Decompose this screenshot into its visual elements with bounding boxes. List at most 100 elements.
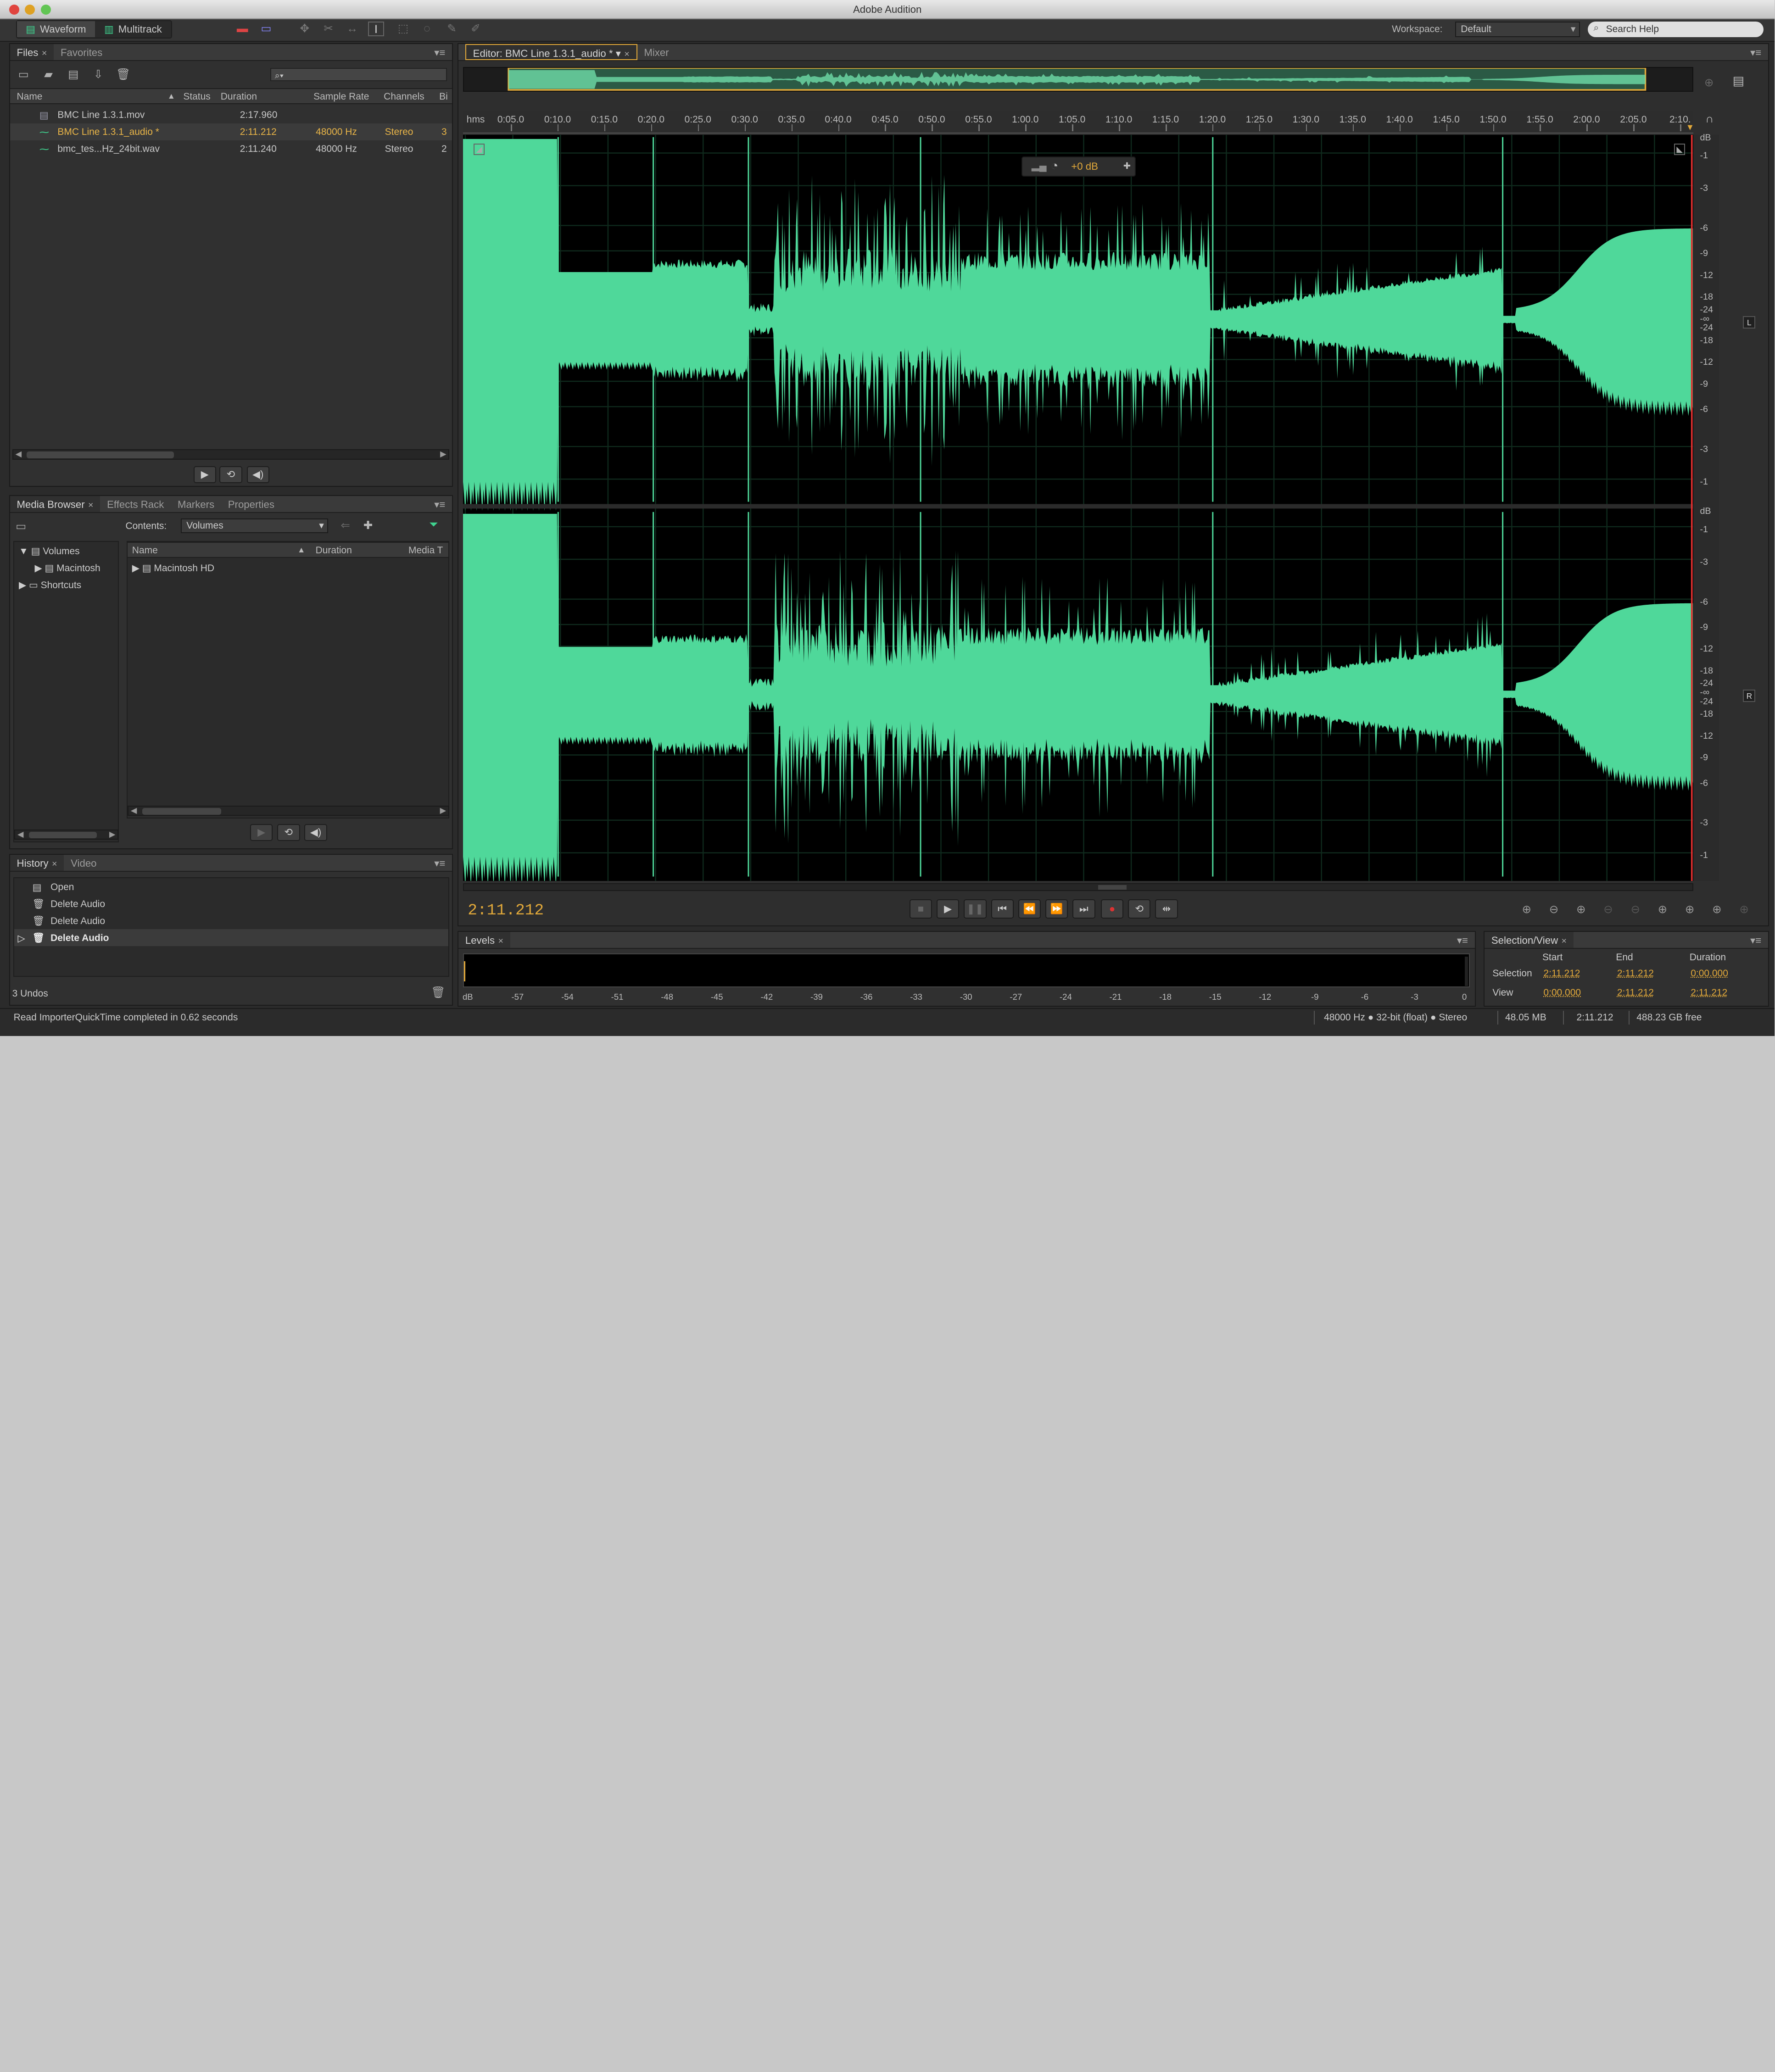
view-duration[interactable]: 2:11.212 xyxy=(1691,987,1727,998)
channel-left-toggle[interactable]: L xyxy=(1743,316,1756,329)
marquee-tool-icon[interactable]: ⬚ xyxy=(395,22,411,36)
col-duration[interactable]: Duration xyxy=(316,545,352,556)
back-arrow-icon[interactable]: ⇐ xyxy=(340,518,350,532)
history-item[interactable]: 🗑 Delete Audio xyxy=(14,912,448,929)
headphones-icon[interactable]: ∩ xyxy=(1705,113,1714,126)
zoom-in-time-icon[interactable]: ⊕ xyxy=(1571,902,1591,917)
panel-menu-icon[interactable]: ▾≡ xyxy=(1750,44,1761,61)
workspace-select[interactable]: Default xyxy=(1455,21,1580,38)
current-time-display[interactable]: 2:11.212 xyxy=(468,902,544,919)
close-icon[interactable]: × xyxy=(624,49,630,59)
files-scrollbar[interactable]: ◀ ▶ xyxy=(12,449,450,460)
play-preview-icon[interactable]: ▶ xyxy=(193,466,216,484)
zoom-out-full-icon[interactable]: ⊖ xyxy=(1625,902,1646,917)
close-icon[interactable]: × xyxy=(498,936,503,946)
auto-play-icon[interactable]: ◀) xyxy=(246,466,269,484)
tree-scrollbar[interactable]: ◀ ▶ xyxy=(14,830,119,840)
close-icon[interactable]: × xyxy=(42,48,47,58)
play-button[interactable]: ▶ xyxy=(937,899,960,919)
tab-video[interactable]: Video xyxy=(64,855,103,871)
panel-menu-icon[interactable]: ▾≡ xyxy=(1457,932,1468,949)
col-duration[interactable]: Duration xyxy=(221,91,257,102)
table-row[interactable]: ⁓ BMC Line 1.3.1_audio * 2:11.212 48000 Hz S… xyxy=(10,123,452,140)
search-help-input[interactable]: Search Help xyxy=(1588,20,1764,38)
spectral-frequency-icon[interactable]: ▬ xyxy=(234,22,251,36)
zoom-reset-icon[interactable]: ⊕ xyxy=(1734,902,1754,917)
move-tool-icon[interactable]: ✥ xyxy=(297,22,313,36)
col-name[interactable]: Name xyxy=(17,91,43,102)
close-window-button[interactable] xyxy=(9,4,19,15)
overview-menu-icon[interactable]: ▤ xyxy=(1733,73,1745,88)
table-row[interactable]: ⁓ bmc_tes...Hz_24bit.wav 2:11.240 48000 Hz S… xyxy=(10,140,452,157)
loop-preview-icon[interactable]: ⟲ xyxy=(219,466,242,484)
close-icon[interactable]: × xyxy=(52,859,57,869)
tab-effects-rack[interactable]: Effects Rack xyxy=(100,496,171,512)
tab-media-browser[interactable]: Media Browser × xyxy=(10,496,100,512)
history-item-open[interactable]: ▤ Open xyxy=(14,878,448,895)
col-status[interactable]: Status xyxy=(183,91,210,102)
timeline-ruler[interactable]: hms 0:05.0 0:10.0 0:15.0 0:20.0 0:25.0 0:30.0… xyxy=(463,111,1693,134)
brush-tool-icon[interactable]: ✎ xyxy=(444,22,460,36)
tab-properties[interactable]: Properties xyxy=(221,496,281,512)
channel-right-toggle[interactable]: R xyxy=(1743,690,1756,702)
new-file-icon[interactable]: ▤ xyxy=(67,68,80,81)
panel-menu-icon[interactable]: ▾≡ xyxy=(434,496,445,513)
tab-files[interactable]: Files × xyxy=(10,44,54,60)
table-row[interactable]: ▤ BMC Line 1.3.1.mov 2:17.960 xyxy=(10,106,452,123)
add-shortcut-icon[interactable]: ✚ xyxy=(363,518,373,532)
import-icon[interactable]: ▰ xyxy=(42,68,56,81)
hud-volume[interactable]: ▂▄ ◔ +0 dB ✚ xyxy=(1021,156,1136,177)
loop-playback-button[interactable]: ⟲ xyxy=(1128,899,1151,919)
zoom-overview-icon[interactable]: ⊕ xyxy=(1704,76,1714,89)
playhead-marker-icon[interactable]: ▾ xyxy=(1687,121,1692,133)
rewind-button[interactable]: ⏪ xyxy=(1018,899,1041,919)
volume-knob-icon[interactable]: ◔ xyxy=(1051,158,1058,173)
zoom-in-amplitude-icon[interactable]: ⊕ xyxy=(1517,902,1537,917)
col-bits[interactable]: Bi xyxy=(439,91,448,102)
multitrack-mode-button[interactable]: ▥ Multitrack xyxy=(95,21,171,37)
close-icon[interactable]: × xyxy=(1562,936,1567,946)
zoom-in-at-start-icon[interactable]: ⊕ xyxy=(1652,902,1673,917)
tab-mixer[interactable]: Mixer xyxy=(637,44,676,60)
lasso-tool-icon[interactable]: ◌ xyxy=(419,22,435,36)
spot-healing-tool-icon[interactable]: ✐ xyxy=(468,22,484,36)
tab-levels[interactable]: Levels × xyxy=(458,931,510,948)
list-item[interactable]: ▶ ▤ Macintosh HD xyxy=(132,563,214,574)
tree-item-macintosh[interactable]: ▶ ▤ Macintosh xyxy=(35,563,100,574)
open-folder-icon[interactable]: ▭ xyxy=(17,68,31,81)
panel-menu-icon[interactable]: ▾≡ xyxy=(434,855,445,872)
fade-out-handle-icon[interactable]: ◣ xyxy=(1674,144,1686,156)
move-to-next-button[interactable]: ⏭ xyxy=(1072,899,1095,919)
col-channels[interactable]: Channels xyxy=(384,91,424,102)
tab-history[interactable]: History × xyxy=(10,854,64,871)
razor-tool-icon[interactable]: ✂ xyxy=(320,22,336,36)
pause-button[interactable]: ❚❚ xyxy=(964,899,987,919)
media-scrollbar[interactable]: ◀ ▶ xyxy=(127,806,449,816)
minimize-window-button[interactable] xyxy=(25,4,35,15)
close-icon[interactable]: × xyxy=(88,500,94,510)
pin-icon[interactable]: ✚ xyxy=(1123,161,1131,172)
selection-start[interactable]: 2:11.212 xyxy=(1543,968,1580,979)
history-item-current[interactable]: ▷ 🗑 Delete Audio xyxy=(14,929,449,947)
fast-forward-button[interactable]: ⏩ xyxy=(1045,899,1068,919)
panel-menu-icon[interactable]: ▾≡ xyxy=(1750,932,1761,949)
auto-play-icon[interactable]: ◀) xyxy=(304,824,327,841)
waveform-overview[interactable] xyxy=(463,67,1693,92)
hud-gain-value[interactable]: +0 dB xyxy=(1071,161,1098,173)
play-preview-icon[interactable]: ▶ xyxy=(250,824,273,841)
zoom-out-amplitude-icon[interactable]: ⊖ xyxy=(1544,902,1564,917)
history-item[interactable]: 🗑 Delete Audio xyxy=(14,895,448,912)
tab-editor[interactable]: Editor: BMC Line 1.3.1_audio * ▾ × xyxy=(465,44,637,60)
view-start[interactable]: 0:00.000 xyxy=(1543,987,1581,998)
stop-button[interactable]: ■ xyxy=(909,899,932,919)
trash-icon[interactable]: 🗑 xyxy=(431,986,445,999)
files-search-input[interactable]: ⌕▾ xyxy=(270,67,447,82)
record-button[interactable]: ● xyxy=(1100,899,1124,919)
selection-end[interactable]: 2:11.212 xyxy=(1617,968,1654,979)
delete-icon[interactable]: 🗑 xyxy=(116,68,130,81)
tab-favorites[interactable]: Favorites xyxy=(54,44,109,60)
fade-in-handle-icon[interactable]: ◢ xyxy=(473,144,485,156)
time-selection-tool-icon[interactable]: I xyxy=(368,21,384,36)
waveform-display[interactable] xyxy=(463,134,1693,881)
drive-icon[interactable]: ▭ xyxy=(16,519,26,533)
